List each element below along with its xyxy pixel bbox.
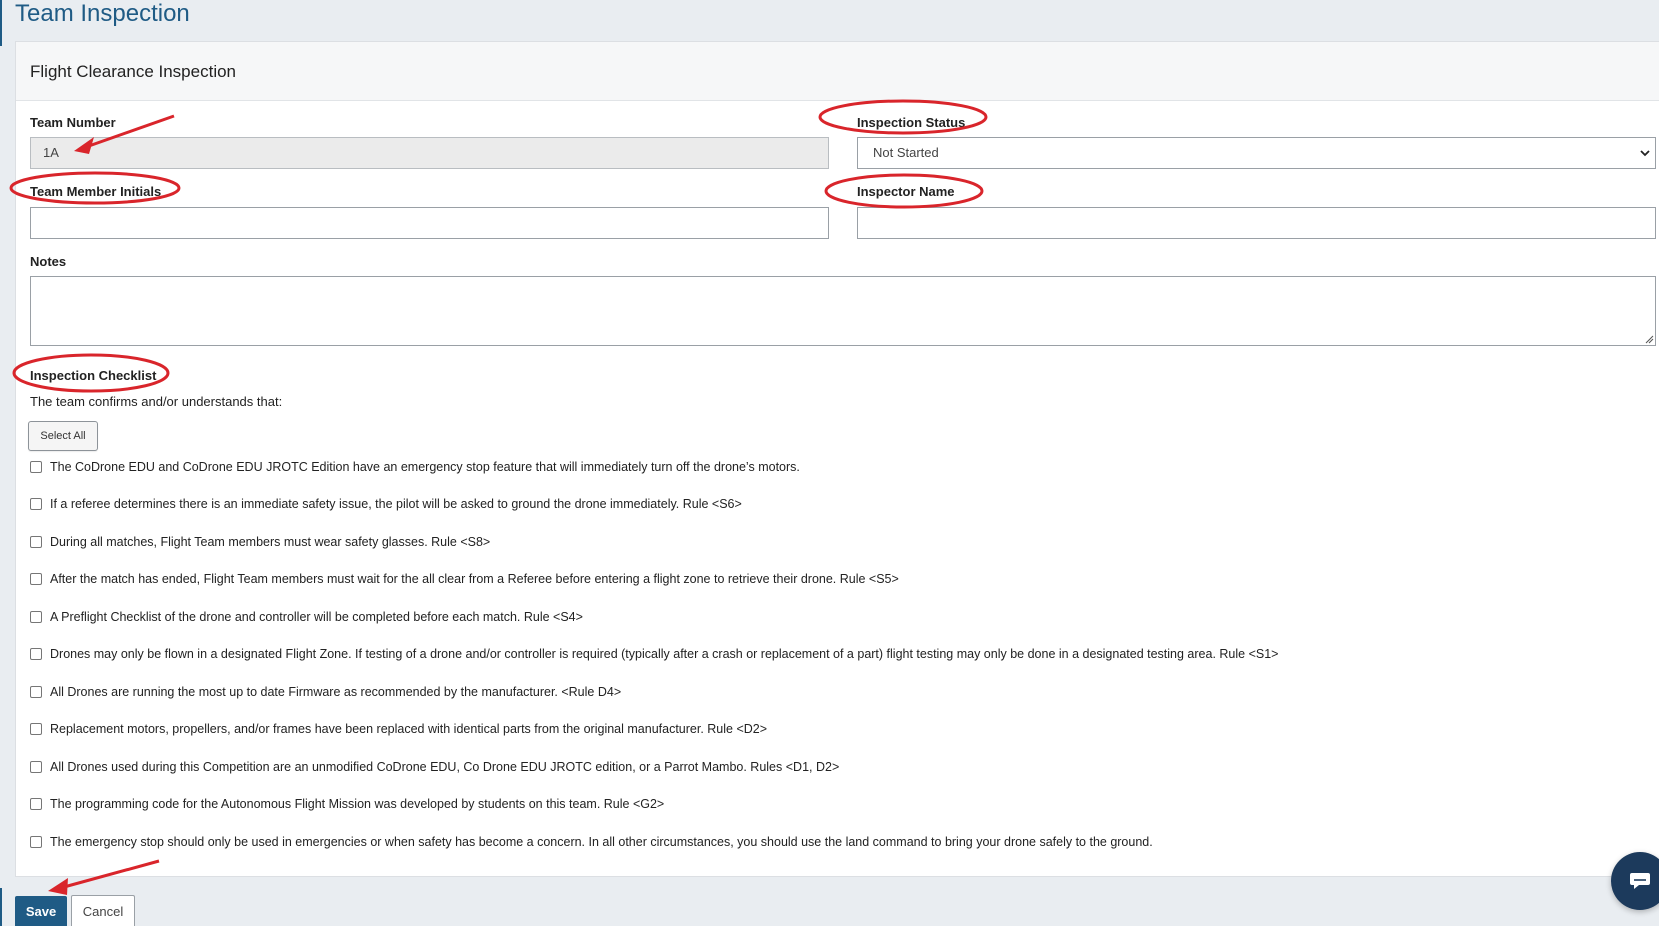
team-member-initials-label: Team Member Initials [30,184,162,199]
chat-button[interactable] [1611,852,1659,910]
checklist-checkbox[interactable] [30,836,42,848]
page-title: Team Inspection [15,0,190,27]
page-left-rule [0,0,2,46]
notes-textarea[interactable] [30,276,1656,346]
arrowhead-save [48,878,68,895]
inspector-name-label: Inspector Name [857,184,955,199]
checklist-checkbox[interactable] [30,461,42,473]
checklist-item[interactable]: A Preflight Checklist of the drone and c… [30,608,583,626]
checklist-item-label: Drones may only be flown in a designated… [50,647,1279,661]
checklist-item[interactable]: The emergency stop should only be used i… [30,833,1153,851]
checklist-item[interactable]: The CoDrone EDU and CoDrone EDU JROTC Ed… [30,458,800,476]
checklist-item-label: After the match has ended, Flight Team m… [50,572,899,586]
inspection-checklist-title: Inspection Checklist [30,368,157,383]
resize-grip-icon[interactable] [1644,334,1654,344]
team-member-initials-input[interactable] [30,207,829,239]
select-all-button[interactable]: Select All [28,421,98,451]
inspector-name-input[interactable] [857,207,1656,239]
notes-label: Notes [30,254,67,269]
chat-icon [1630,873,1650,889]
team-number-field[interactable]: 1A [30,137,829,169]
inspection-status-value: Not Started [873,145,939,160]
save-button[interactable]: Save [15,896,67,926]
checklist-checkbox[interactable] [30,686,42,698]
checklist-checkbox[interactable] [30,798,42,810]
team-number-label: Team Number [30,115,116,130]
checklist-intro: The team confirms and/or understands tha… [30,394,283,409]
card-header: Flight Clearance Inspection [16,42,1659,101]
checklist-item[interactable]: All Drones used during this Competition … [30,758,839,776]
card-title: Flight Clearance Inspection [30,62,237,81]
checklist-item-label: The programming code for the Autonomous … [50,797,665,811]
checklist-item[interactable]: All Drones are running the most up to da… [30,683,621,701]
chevron-down-icon [1640,150,1650,157]
checklist-item-label: A Preflight Checklist of the drone and c… [50,610,583,624]
checklist-item[interactable]: After the match has ended, Flight Team m… [30,570,899,588]
checklist-item[interactable]: Drones may only be flown in a designated… [30,645,1278,663]
checklist-checkbox[interactable] [30,498,42,510]
inspection-status-select[interactable]: Not Started [857,137,1656,169]
checklist-item-label: Replacement motors, propellers, and/or f… [50,722,768,736]
checklist-checkbox[interactable] [30,761,42,773]
checklist-checkbox[interactable] [30,611,42,623]
checklist-item-label: All Drones are running the most up to da… [50,685,622,699]
checklist-item-label: If a referee determines there is an imme… [50,497,742,511]
checklist-checkbox[interactable] [30,573,42,585]
checklist-checkbox[interactable] [30,648,42,660]
checklist-item[interactable]: Replacement motors, propellers, and/or f… [30,720,767,738]
checklist-item[interactable]: During all matches, Flight Team members … [30,533,490,551]
cancel-button[interactable]: Cancel [71,895,135,926]
page-left-rule-bottom [0,888,2,926]
checklist-item-label: The CoDrone EDU and CoDrone EDU JROTC Ed… [50,460,800,474]
checklist-item[interactable]: If a referee determines there is an imme… [30,495,742,513]
checklist-checkbox[interactable] [30,723,42,735]
checklist-item-label: The emergency stop should only be used i… [50,835,1153,849]
inspection-status-label: Inspection Status [857,115,966,130]
checklist-item-label: All Drones used during this Competition … [50,760,840,774]
checklist-item-label: During all matches, Flight Team members … [50,535,491,549]
checklist-item[interactable]: The programming code for the Autonomous … [30,795,664,813]
checklist-checkbox[interactable] [30,536,42,548]
